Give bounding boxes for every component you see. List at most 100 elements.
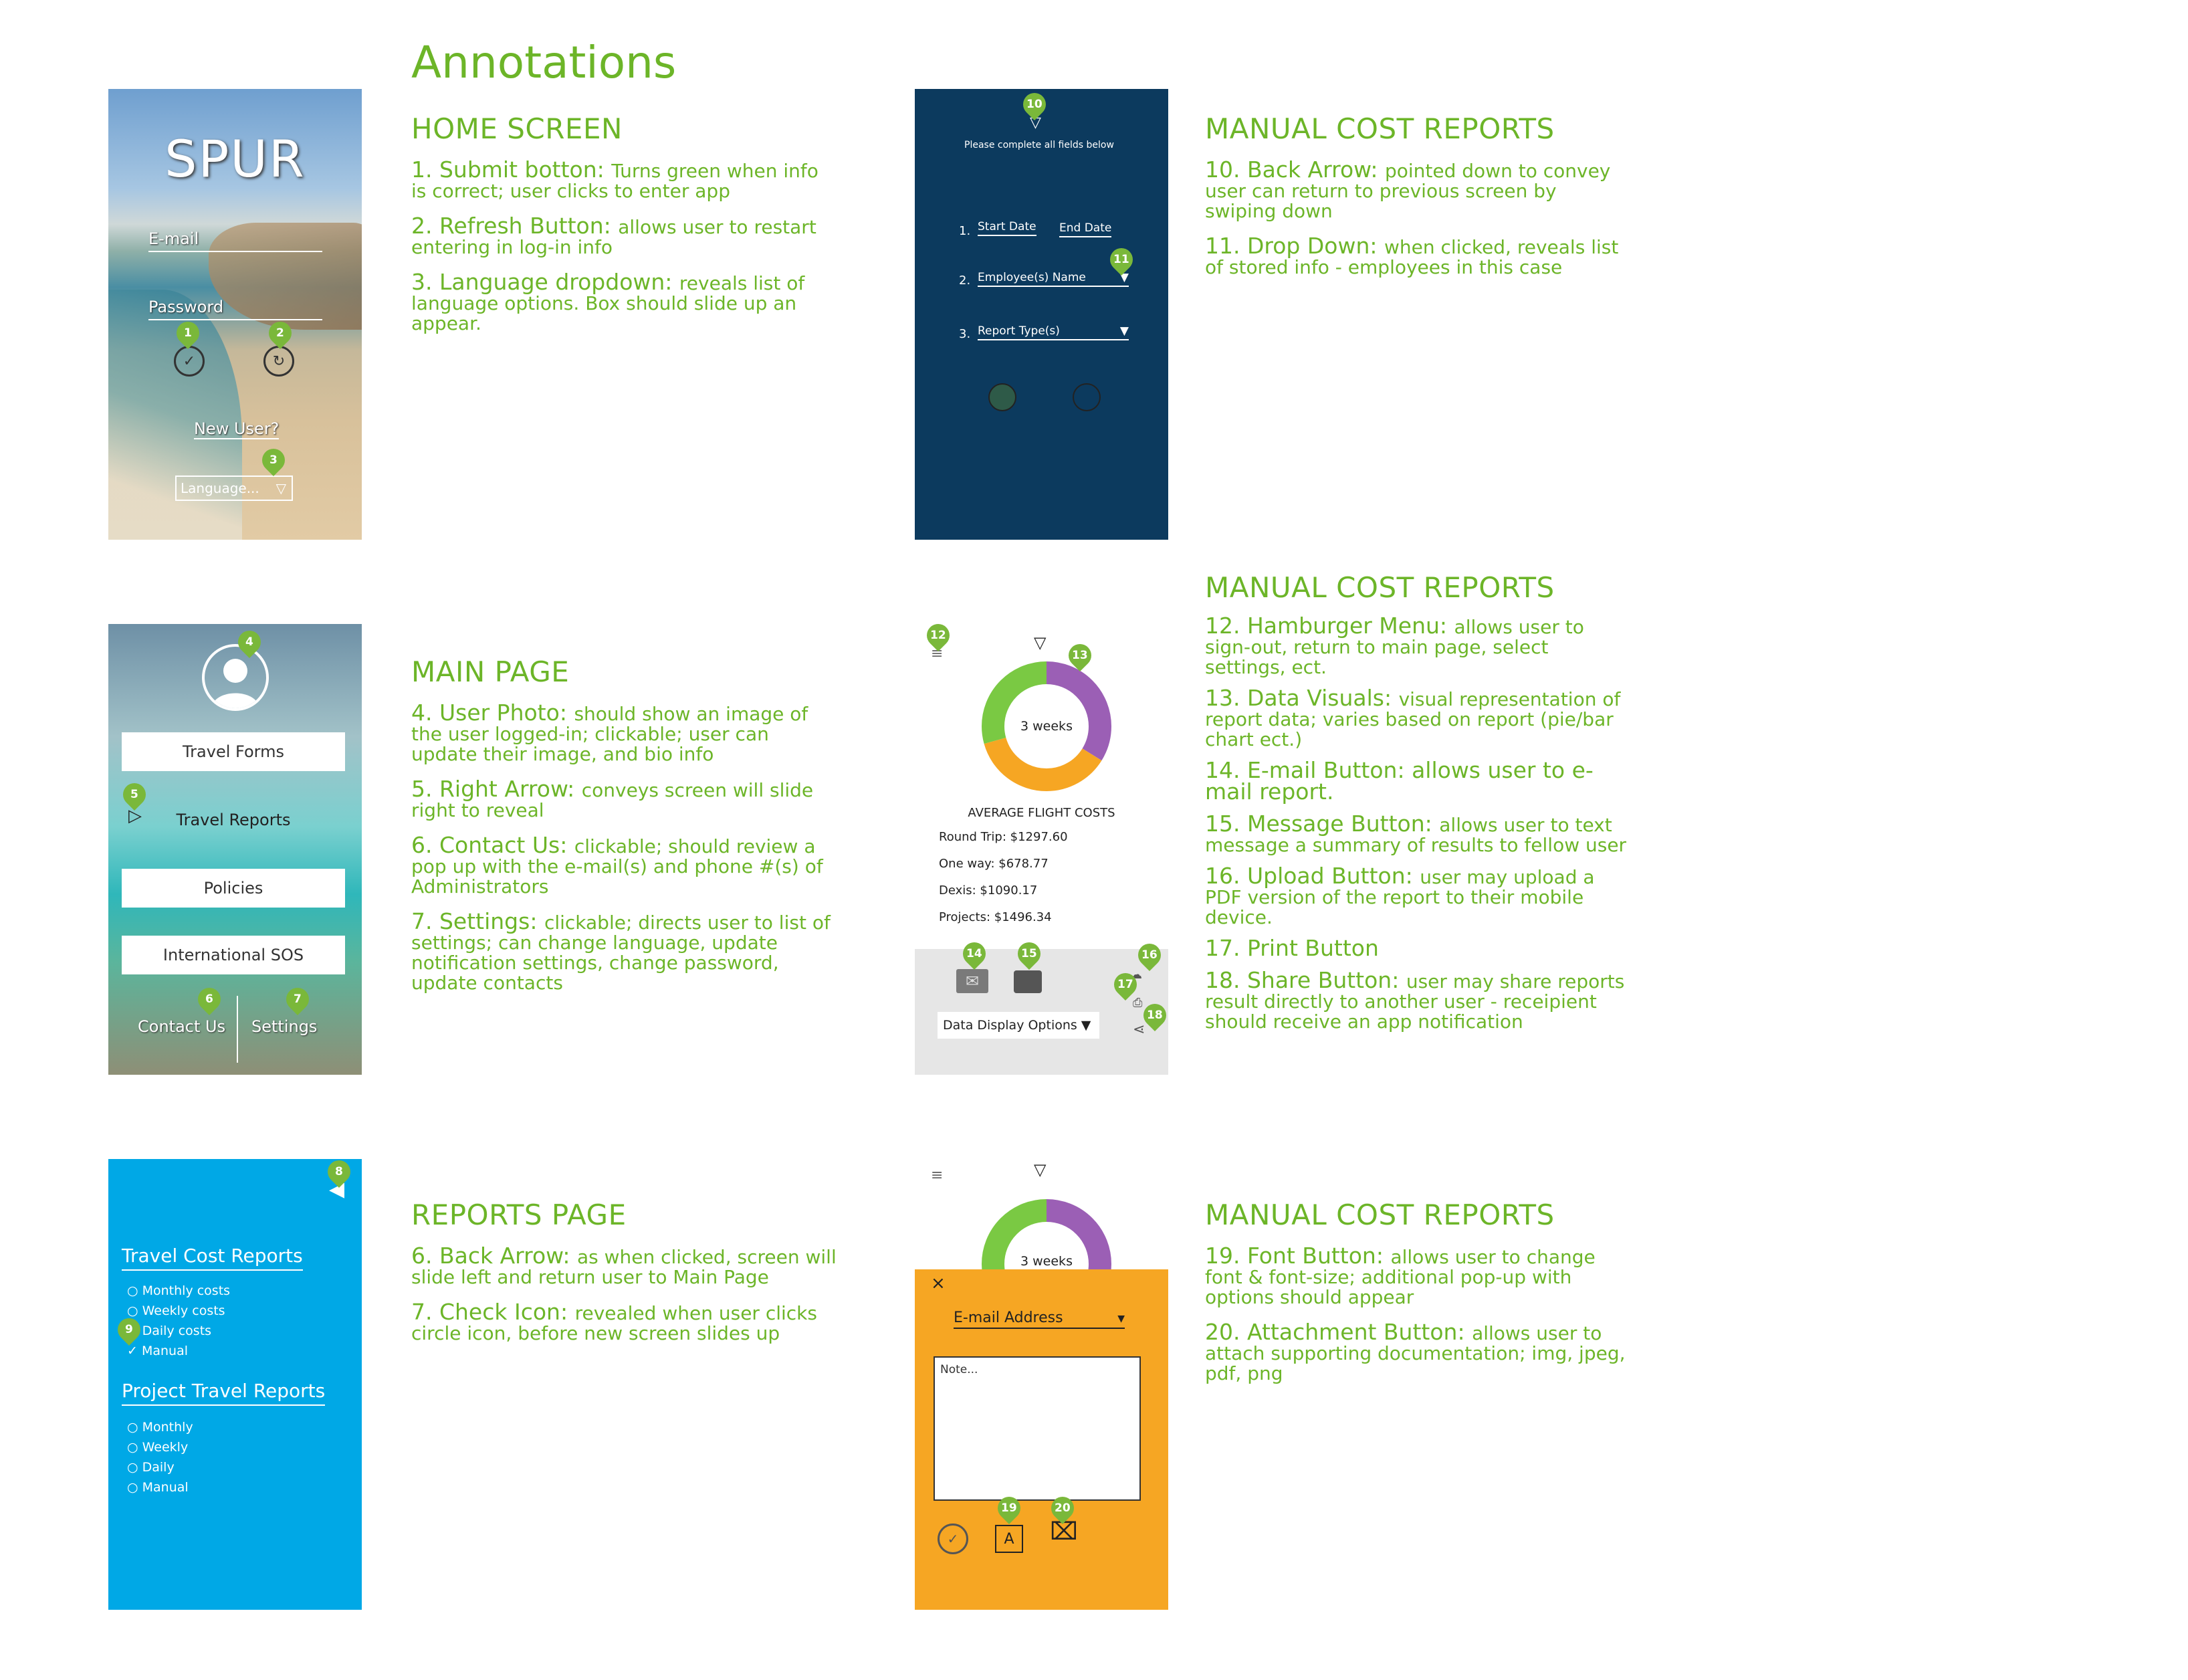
action-panel: ✉ ☁ ⎙ ⋖ Data Display Options ▼	[915, 949, 1168, 1075]
manual-annotations-1: MANUAL COST REPORTS 10. Back Arrow: poin…	[1205, 112, 1633, 292]
report-type-dropdown[interactable]: Report Type(s) ▼	[978, 324, 1129, 340]
display-options-label: Data Display Options	[943, 1018, 1077, 1033]
row-number: 1.	[959, 224, 971, 238]
manual-annotations-3: MANUAL COST REPORTS 19. Font Button: all…	[1205, 1198, 1633, 1398]
language-dropdown[interactable]: Language... ▽	[175, 476, 293, 501]
reports-annotations: REPORTS PAGE 6. Back Arrow: as when clic…	[411, 1198, 839, 1358]
envelope-icon: ✉	[965, 972, 980, 990]
refresh-button[interactable]	[1073, 383, 1101, 411]
section-heading: MAIN PAGE	[411, 655, 570, 688]
project-weekly-option[interactable]: ○ Weekly	[127, 1440, 188, 1455]
annotation-note: 16. Upload Button: user may upload a PDF…	[1205, 863, 1595, 928]
reports-page-mockup: ◀ Travel Cost Reports ○ Monthly costs ○ …	[108, 1155, 362, 1610]
home-annotations: HOME SCREEN 1. Submit botton: Turns gree…	[411, 112, 826, 348]
section-heading: REPORTS PAGE	[411, 1198, 627, 1231]
message-button[interactable]	[1014, 970, 1042, 993]
home-screen-mockup: SPUR E-mail Password ✓ ↻ New User? Langu…	[108, 89, 362, 540]
cliffs-image	[209, 223, 362, 330]
annotation-note: 20. Attachment Button: allows user to at…	[1205, 1319, 1626, 1384]
close-icon[interactable]: ×	[931, 1273, 946, 1293]
annotation-note: 12. Hamburger Menu: allows user to sign-…	[1205, 613, 1584, 678]
font-button[interactable]: A	[995, 1525, 1023, 1553]
password-label: Password	[148, 298, 224, 316]
submit-button[interactable]: ✓	[938, 1524, 968, 1554]
main-page-mockup: Travel Forms ▷ Travel Reports Policies I…	[108, 624, 362, 1075]
settings-link[interactable]: Settings	[251, 1017, 317, 1036]
user-photo[interactable]	[202, 644, 269, 711]
app-logo: SPUR	[165, 129, 306, 189]
annotation-note: 4. User Photo: should show an image of t…	[411, 700, 808, 765]
chevron-down-icon: ▼	[1117, 1314, 1125, 1324]
annotation-note: 18. Share Button: user may share reports…	[1205, 967, 1625, 1033]
submit-button[interactable]	[988, 383, 1016, 411]
report-type-label: Report Type(s)	[978, 324, 1060, 338]
travel-monthly-option[interactable]: ○ Monthly costs	[127, 1283, 230, 1298]
chevron-down-icon: ▽	[276, 480, 286, 496]
section-heading: MANUAL COST REPORTS	[1205, 1198, 1555, 1231]
project-monthly-option[interactable]: ○ Monthly	[127, 1420, 193, 1435]
annotation-note: 6. Back Arrow: as when clicked, screen w…	[411, 1243, 837, 1288]
hamburger-menu-icon[interactable]: ≡	[931, 1167, 943, 1184]
share-icon[interactable]: ⋖	[1133, 1021, 1145, 1038]
travel-manual-option[interactable]: ✓ Manual	[127, 1344, 188, 1358]
section-heading: HOME SCREEN	[411, 112, 623, 145]
submit-button[interactable]: ✓	[174, 346, 205, 377]
row-number: 2.	[959, 274, 971, 288]
menu-international-sos[interactable]: International SOS	[122, 936, 345, 974]
project-manual-option[interactable]: ○ Manual	[127, 1480, 189, 1495]
menu-travel-forms[interactable]: Travel Forms	[122, 732, 345, 771]
section-heading: MANUAL COST REPORTS	[1205, 112, 1555, 145]
menu-travel-reports[interactable]: Travel Reports	[122, 801, 345, 839]
end-date-field[interactable]: End Date	[1059, 221, 1112, 237]
annotation-pin-3: 3	[257, 443, 290, 477]
start-date-field[interactable]: Start Date	[978, 220, 1036, 236]
section-heading: MANUAL COST REPORTS	[1205, 571, 1555, 604]
main-annotations: MAIN PAGE 4. User Photo: should show an …	[411, 655, 839, 1008]
check-icon: ✓	[947, 1531, 959, 1547]
check-icon: ✓	[183, 352, 196, 370]
menu-policies[interactable]: Policies	[122, 869, 345, 908]
email-button[interactable]: ✉	[956, 969, 988, 993]
annotation-pin-6: 6	[193, 982, 226, 1016]
manual-form-mockup: ▽ Please complete all fields below 1. St…	[915, 88, 1168, 540]
note-textarea[interactable]: Note...	[934, 1356, 1141, 1501]
annotation-pin-10: 10	[1018, 88, 1051, 121]
stat-one-way: One way: $678.77	[939, 857, 1049, 871]
annotation-note: 6. Contact Us: clickable; should review …	[411, 832, 823, 898]
back-arrow-down-icon[interactable]: ▽	[1034, 633, 1046, 652]
annotation-note: 13. Data Visuals: visual representation …	[1205, 685, 1621, 750]
project-daily-option[interactable]: ○ Daily	[127, 1460, 175, 1475]
annotation-note: 7. Check Icon: revealed when user clicks…	[411, 1299, 817, 1344]
employee-dropdown[interactable]: Employee(s) Name ▼	[978, 271, 1129, 287]
data-display-options-dropdown[interactable]: Data Display Options ▼	[938, 1012, 1099, 1039]
annotation-note: 2. Refresh Button: allows user to restar…	[411, 213, 816, 258]
email-label: E-mail	[148, 229, 199, 248]
email-address-label: E-mail Address	[954, 1309, 1063, 1326]
stat-round-trip: Round Trip: $1297.60	[939, 830, 1068, 844]
data-visuals-mockup: ≡ ▽ 3 weeks AVERAGE FLIGHT COSTS Round T…	[915, 619, 1172, 1075]
chart-title: AVERAGE FLIGHT COSTS	[968, 806, 1115, 820]
back-arrow-down-icon[interactable]: ▽	[1034, 1160, 1046, 1179]
email-field[interactable]	[148, 251, 322, 252]
contact-us-link[interactable]: Contact Us	[138, 1017, 225, 1036]
chevron-down-icon: ▼	[1081, 1018, 1091, 1033]
language-placeholder: Language...	[181, 480, 259, 496]
travel-weekly-option[interactable]: ○ Weekly costs	[127, 1303, 225, 1318]
refresh-button[interactable]: ↻	[263, 346, 294, 377]
email-address-dropdown[interactable]: E-mail Address ▼	[954, 1309, 1125, 1329]
password-field[interactable]	[148, 319, 322, 320]
row-number: 3.	[959, 327, 971, 341]
annotation-pin-8: 8	[322, 1155, 356, 1188]
stat-projects: Projects: $1496.34	[939, 910, 1052, 924]
annotation-note: 11. Drop Down: when clicked, reveals lis…	[1205, 233, 1619, 278]
form-instruction: Please complete all fields below	[964, 140, 1114, 150]
refresh-icon: ↻	[272, 352, 286, 370]
donut-label: 3 weeks	[1020, 1254, 1073, 1269]
stat-dexis: Dexis: $1090.17	[939, 883, 1038, 898]
annotation-note: 19. Font Button: allows user to change f…	[1205, 1243, 1596, 1308]
page-title: Annotations	[411, 37, 677, 88]
print-icon[interactable]: ⎙	[1133, 996, 1142, 1010]
new-user-link[interactable]: New User?	[194, 419, 280, 439]
annotation-note: 5. Right Arrow: conveys screen will slid…	[411, 776, 814, 821]
annotation-pin-7: 7	[281, 982, 314, 1016]
